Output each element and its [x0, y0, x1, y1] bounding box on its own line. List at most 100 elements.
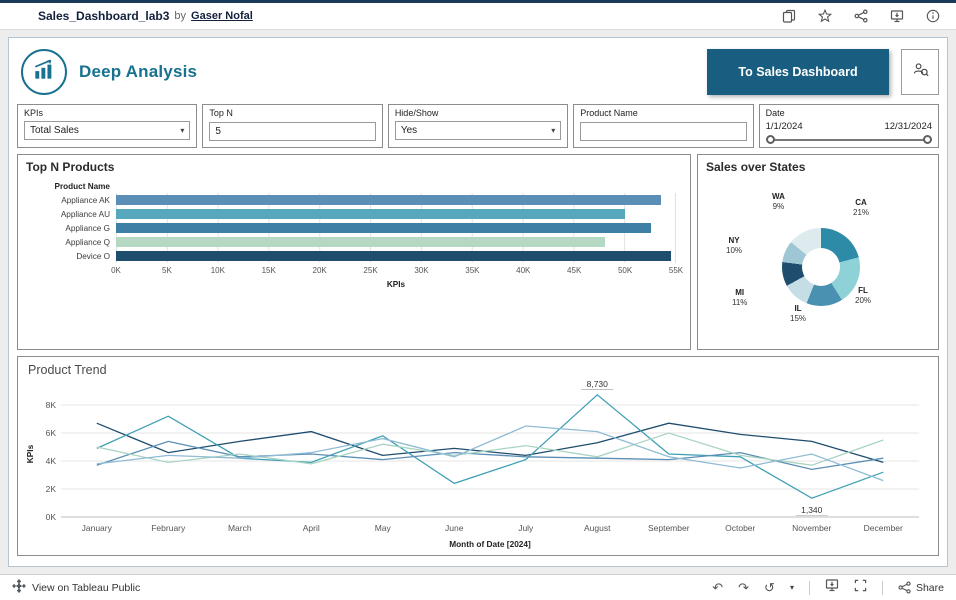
- bar-category-label: Appliance AK: [61, 195, 110, 205]
- bar-row: Appliance Q: [24, 235, 676, 249]
- kpis-dropdown[interactable]: Total Sales ▾: [24, 121, 191, 140]
- undo-icon[interactable]: ↶: [712, 581, 723, 594]
- slider-handle-end[interactable]: [923, 135, 933, 144]
- x-axis-title: KPIs: [386, 280, 406, 289]
- share-label: Share: [915, 581, 944, 594]
- filter-product-name-label: Product Name: [580, 108, 638, 118]
- top-n-bar-chart: Product Name Appliance AK Appliance AU App…: [18, 176, 690, 289]
- share-icon: [898, 581, 911, 594]
- footer-bar: View on Tableau Public ↶ ↷ ↺ ▾ Share: [0, 574, 956, 600]
- filter-top-n: Top N: [202, 104, 383, 148]
- view-on-tableau-label: View on Tableau Public: [32, 581, 141, 594]
- y-tick-label: 4K: [46, 456, 57, 466]
- author-link[interactable]: Gaser Nofal: [191, 10, 253, 22]
- chevron-down-icon[interactable]: ▾: [790, 583, 794, 592]
- view-on-tableau-link[interactable]: View on Tableau Public: [12, 579, 140, 596]
- bar-track: [116, 223, 676, 233]
- fullscreen-icon[interactable]: [854, 579, 867, 597]
- bar[interactable]: [116, 209, 626, 219]
- donut-slice-label: MI 11%: [732, 288, 748, 308]
- trend-line[interactable]: [96, 432, 884, 466]
- x-tick-label: September: [648, 523, 690, 533]
- states-donut-chart: CA 21% FL 20% IL 15% MI 11% NY 10% WA 9%: [698, 176, 938, 341]
- search-box[interactable]: [901, 49, 939, 95]
- filter-hide-show: Hide/Show Yes ▾: [387, 104, 569, 148]
- x-tick-label: November: [792, 523, 831, 533]
- trend-line[interactable]: [96, 393, 884, 499]
- workbook-title: Sales_Dashboard_lab3: [38, 9, 170, 23]
- donut-slice-label: FL 20%: [855, 286, 872, 306]
- donut-slice-label: WA 9%: [772, 192, 785, 212]
- x-tick-label: March: [228, 523, 252, 533]
- bar[interactable]: [116, 195, 661, 205]
- download-icon[interactable]: [825, 578, 839, 597]
- x-tick-label: 10K: [210, 266, 225, 275]
- top-n-input[interactable]: [209, 122, 376, 141]
- x-tick-label: December: [864, 523, 903, 533]
- x-tick-label: June: [445, 523, 464, 533]
- x-tick-label: 40K: [516, 266, 531, 275]
- x-tick-label: 50K: [617, 266, 633, 275]
- bar-category-label: Appliance G: [65, 223, 110, 233]
- download-icon[interactable]: [890, 9, 904, 23]
- x-tick-label: January: [82, 523, 113, 533]
- filter-date-label: Date: [765, 108, 785, 118]
- slider-track: [769, 139, 929, 141]
- x-tick-label: 15K: [261, 266, 276, 275]
- annotation: 8,730: [587, 379, 609, 389]
- chevron-down-icon: ▾: [551, 126, 556, 135]
- x-axis-title: Month of Date [2024]: [449, 539, 531, 549]
- bar-row: Device O: [24, 249, 676, 263]
- top-n-title: Top N Products: [26, 160, 115, 174]
- x-tick-label: 20K: [312, 266, 327, 275]
- to-sales-dashboard-button[interactable]: To Sales Dashboard: [707, 49, 889, 95]
- by-text: by: [174, 10, 187, 22]
- kpis-dropdown-value: Total Sales: [30, 125, 79, 136]
- bar-row: Appliance AU: [24, 207, 676, 221]
- y-tick-label: 8K: [46, 400, 57, 410]
- share-icon[interactable]: [854, 9, 868, 23]
- x-tick-label: 45K: [567, 266, 582, 275]
- bar[interactable]: [116, 237, 605, 247]
- hide-show-dropdown[interactable]: Yes ▾: [394, 121, 562, 140]
- trend-line[interactable]: [96, 425, 884, 482]
- x-tick-label: July: [518, 523, 534, 533]
- filter-date: Date 1/1/2024 12/31/2024: [758, 104, 940, 148]
- slider-handle-start[interactable]: [765, 135, 775, 144]
- footer-toolbar: ↶ ↷ ↺ ▾ Share: [712, 578, 944, 597]
- bar-track: [116, 251, 676, 261]
- donut-slice-label: CA 21%: [853, 198, 870, 218]
- product-name-input[interactable]: [580, 122, 747, 141]
- annotation: 1,340: [801, 505, 823, 515]
- bar-track: [116, 195, 676, 205]
- y-tick-label: 6K: [46, 428, 57, 438]
- bar-row: Appliance AK: [24, 193, 676, 207]
- filter-top-n-label: Top N: [209, 108, 233, 118]
- x-tick-label: 55K: [668, 266, 684, 275]
- footer-share-button[interactable]: Share: [898, 581, 944, 594]
- product-trend-svg: 0K 2K 4K 6K 8K January February March April May Ju…: [25, 379, 919, 549]
- donut-slice-label: IL 15%: [790, 304, 807, 324]
- page-title: Deep Analysis: [79, 62, 198, 81]
- date-start-value: 1/1/2024: [765, 121, 803, 132]
- x-tick-label: April: [303, 523, 320, 533]
- date-range-slider[interactable]: [765, 134, 933, 146]
- states-title: Sales over States: [706, 160, 806, 174]
- x-tick-label: 30K: [414, 266, 429, 275]
- bar-category-label: Appliance Q: [65, 237, 110, 247]
- donut-slice-label: NY 10%: [726, 236, 743, 256]
- filter-kpis: KPIs Total Sales ▾: [17, 104, 198, 148]
- bar[interactable]: [116, 223, 651, 233]
- redo-icon[interactable]: ↷: [738, 581, 749, 594]
- bar-category-label: Device O: [76, 251, 110, 261]
- reset-icon[interactable]: ↺: [764, 581, 775, 594]
- filter-kpis-label: KPIs: [24, 108, 44, 118]
- bar-row: Appliance G: [24, 221, 676, 235]
- sales-over-states-panel: Sales over States CA 21% FL 20% IL 15% MI 11% NY…: [697, 154, 939, 350]
- star-icon[interactable]: [818, 9, 832, 23]
- donut[interactable]: [782, 228, 860, 306]
- info-icon[interactable]: [926, 9, 940, 23]
- bar[interactable]: [116, 251, 671, 261]
- x-axis-ticks: 0K 5K 10K 15K 20K 25K 30K 35K 40K 45K 50K 55K: [111, 266, 683, 276]
- copy-icon[interactable]: [782, 9, 796, 23]
